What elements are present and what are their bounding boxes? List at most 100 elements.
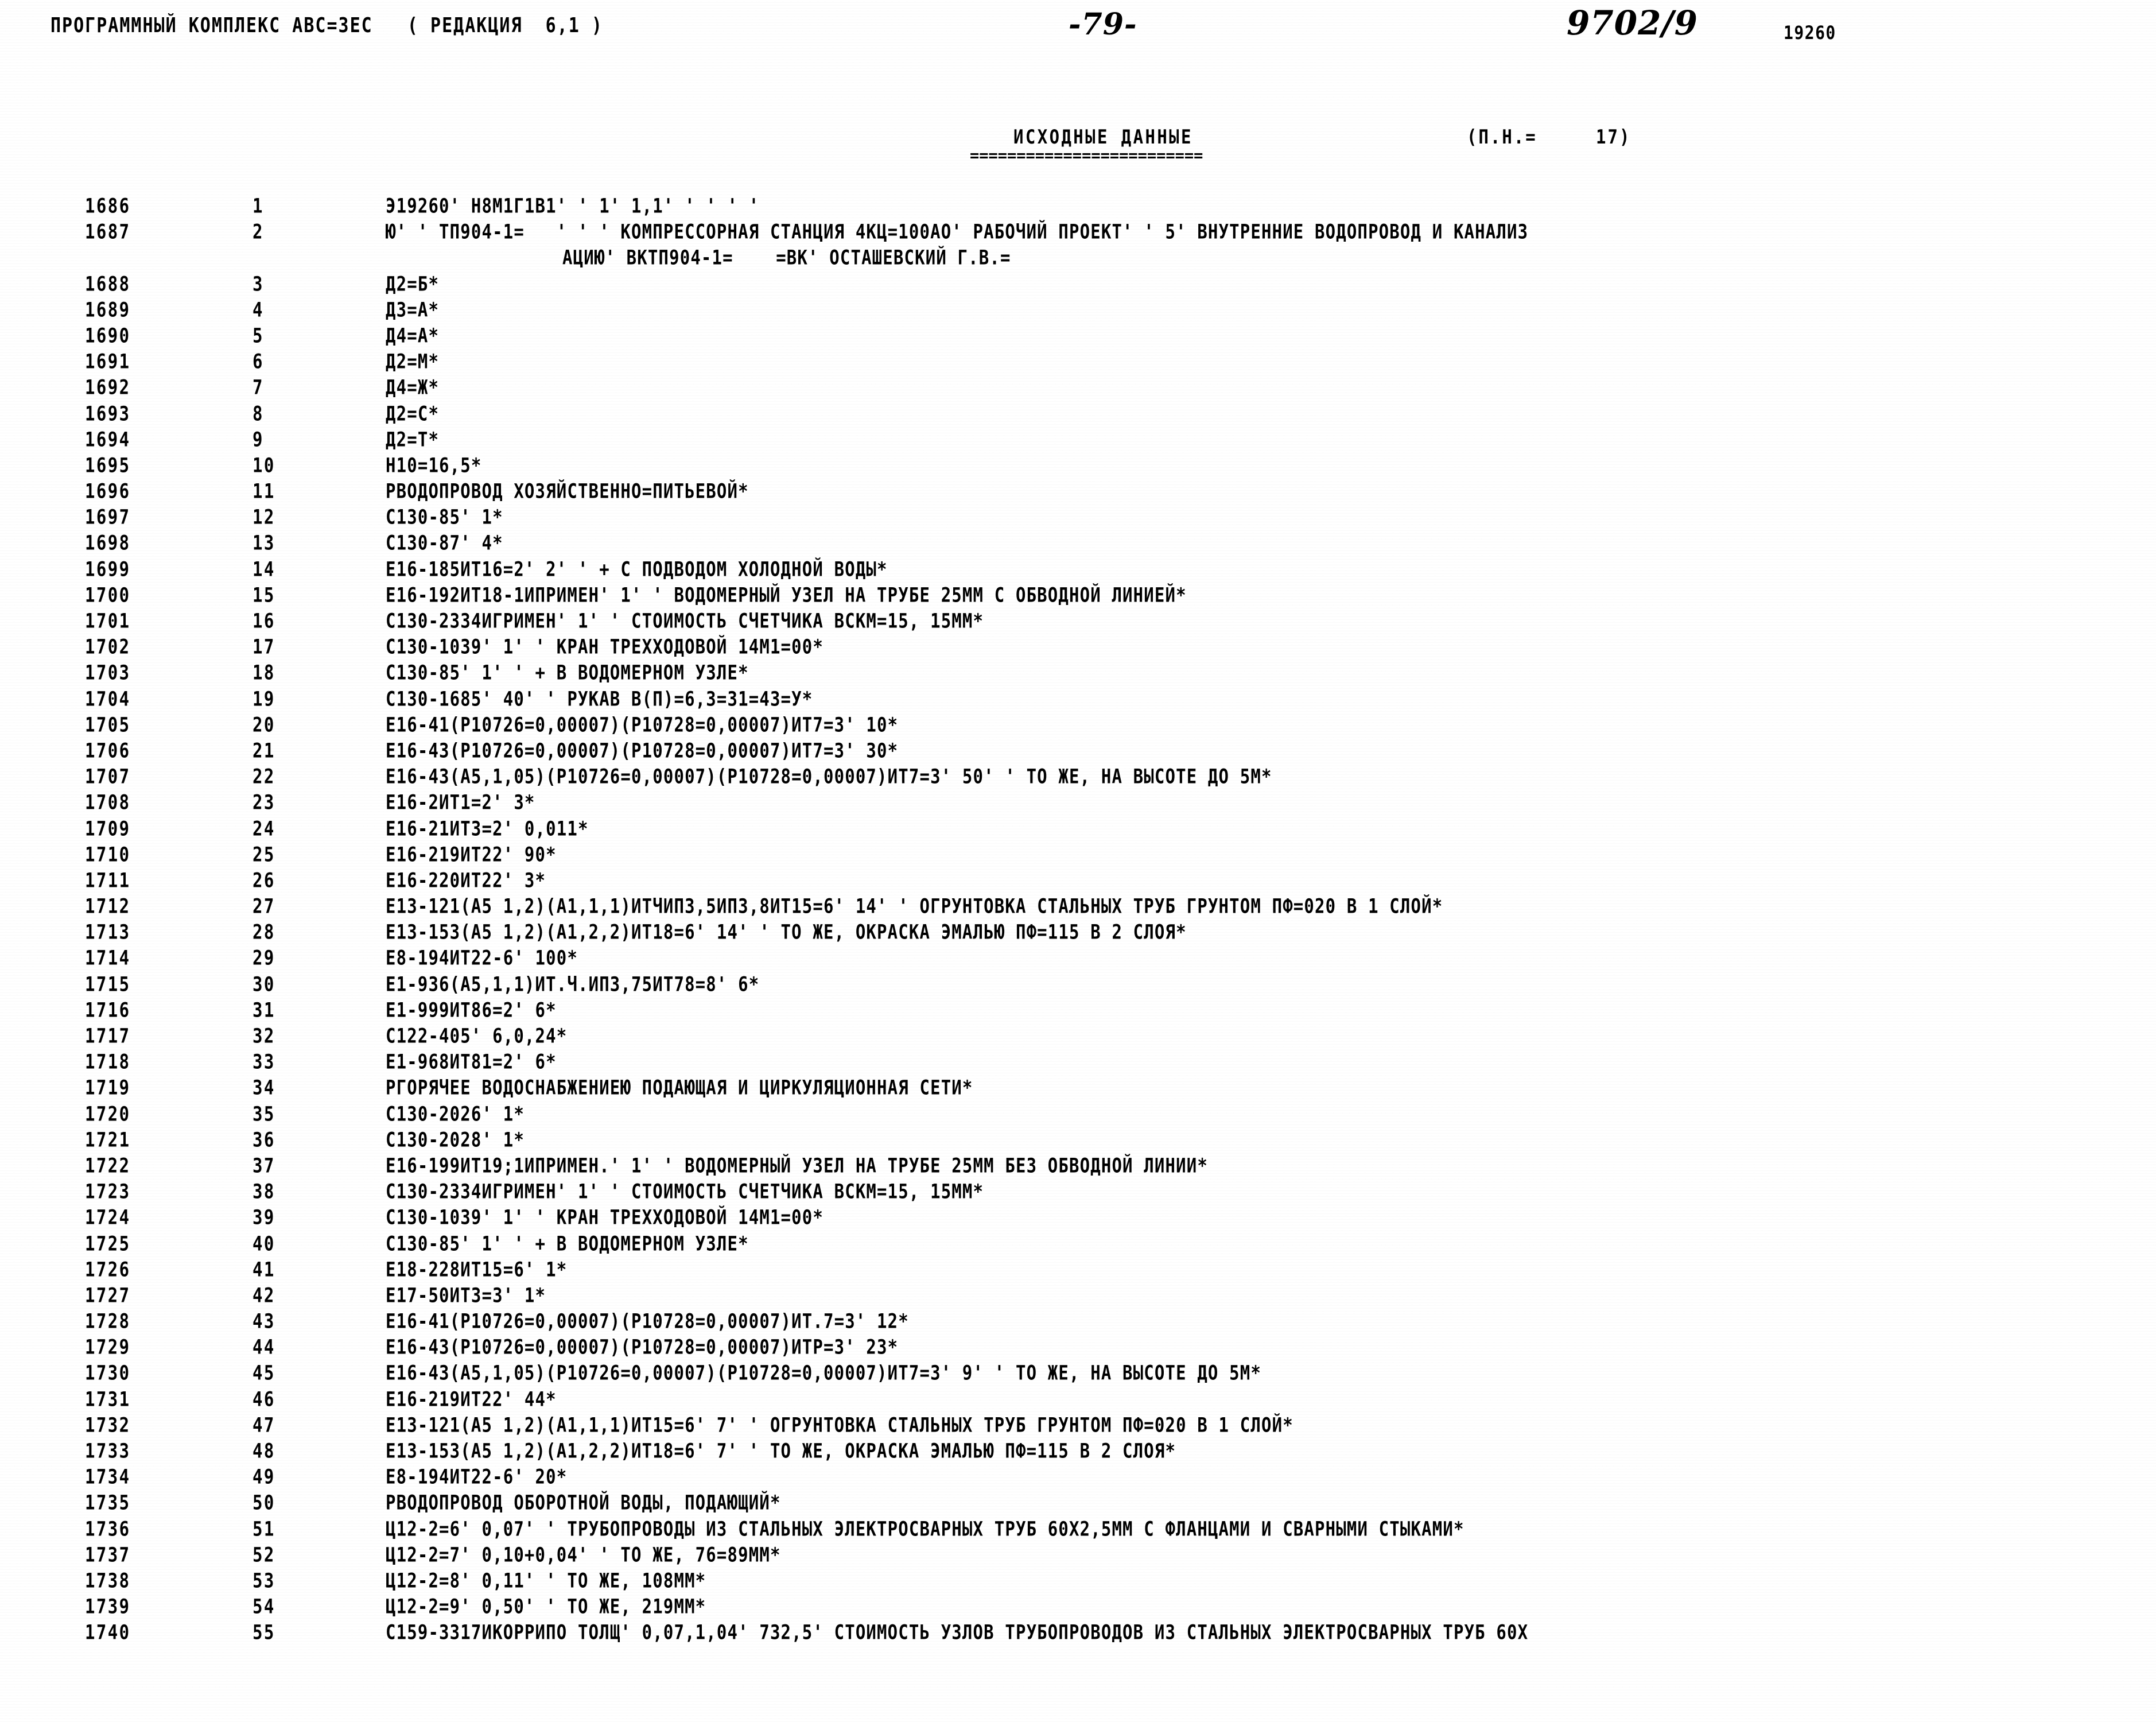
row-line-number: 18 [252,661,275,685]
row-line-number: 10 [252,453,275,477]
row-line-number: 14 [252,557,275,581]
row-text: Е16-220ИТ22' 3* [386,868,546,892]
row-line-number: 53 [252,1568,275,1592]
listing-row: 1730 45 Е16-43(А5,1,05)(Р10726=0,00007)(Р1… [0,1361,2156,1387]
row-line-number: 42 [252,1283,275,1307]
listing-row: 1706 21 Е16-43(Р10726=0,00007)(Р10728=0,00… [0,739,2156,765]
row-text: Ю' ' ТП904-1= ' ' ' КОМПРЕССОРНАЯ СТАНЦИ… [386,220,1529,243]
row-text: Д2=Т* [386,427,440,451]
program-title: ПРОГРАММНЫЙ КОМПЛЕКС АВС=ЗЕС ( РЕДАКЦИЯ … [50,14,603,38]
row-text: Е13-121(А5 1,2)(А1,1,1)ИТЧИП3,5ИП3,8ИТ15… [386,894,1443,918]
row-sequence-number: 1737 [85,1542,131,1566]
row-text: Э19260' Н8М1Г1В1' ' 1' 1,1' ' ' ' ' [386,194,760,218]
listing-row: 1721 36 С130-2028' 1* [0,1128,2156,1154]
row-sequence-number: 1734 [85,1465,131,1488]
row-line-number: 19 [252,687,275,711]
row-text: РВОДОПРОВОД ОБОРОТНОЙ ВОДЫ, ПОДАЮЩИЙ* [386,1491,781,1515]
row-sequence-number: 1712 [85,894,131,918]
row-text: РВОДОПРОВОД ХОЗЯЙСТВЕННО=ПИТЬЕВОЙ* [386,479,749,503]
row-sequence-number: 1732 [85,1413,131,1437]
row-text: Е16-219ИТ22' 90* [386,842,557,866]
row-line-number: 15 [252,583,275,607]
listing-row: 1714 29 Е8-194ИТ22-6' 100* [0,946,2156,972]
row-line-number: 43 [252,1309,275,1333]
listing-row: 1738 53 Ц12-2=8' 0,11' ' ТО ЖЕ, 108ММ* [0,1569,2156,1595]
row-sequence-number: 1714 [85,946,131,970]
row-line-number: 20 [252,712,275,736]
listing-row: 1723 38 С130-2334ИГРИМЕН' 1' ' СТОИМОСТЬ С… [0,1180,2156,1205]
row-sequence-number: 1695 [85,453,131,477]
listing-row: 1694 9 Д2=Т* [0,428,2156,453]
row-text: С130-2334ИГРИМЕН' 1' ' СТОИМОСТЬ СЧЕТЧИК… [386,1180,984,1203]
listing-row: АЦИЮ' ВКТП904-1= =ВК' ОСТАШЕВСКИЙ Г.В.= [0,246,2156,272]
row-text: С130-1685' 40' ' РУКАВ В(П)=6,3=31=43=У* [386,687,813,711]
row-text: Е1-999ИТ86=2' 6* [386,998,557,1022]
listing-row: 1711 26 Е16-220ИТ22' 3* [0,868,2156,894]
row-sequence-number: 1725 [85,1231,131,1255]
row-line-number: 52 [252,1542,275,1566]
listing-row: 1736 51 Ц12-2=6' 0,07' ' ТРУБОПРОВОДЫ ИЗ С… [0,1517,2156,1543]
row-text: С130-85' 1' ' + В ВОДОМЕРНОМ УЗЛЕ* [386,1231,749,1255]
row-sequence-number: 1701 [85,609,131,633]
row-text: Е16-43(Р10726=0,00007)(Р10728=0,00007)ИТ… [386,1335,899,1359]
row-text: Ц12-2=9' 0,50' ' ТО ЖЕ, 219ММ* [386,1595,706,1618]
listing-row: 1732 47 Е13-121(А5 1,2)(А1,1,1)ИТ15=6' 7' … [0,1413,2156,1439]
row-text: Е17-50ИТ3=3' 1* [386,1283,546,1307]
row-line-number: 45 [252,1361,275,1385]
listing-row: 1729 44 Е16-43(Р10726=0,00007)(Р10728=0,00… [0,1335,2156,1361]
row-text-continuation: АЦИЮ' ВКТП904-1= =ВК' ОСТАШЕВСКИЙ Г.В.= [562,246,1011,270]
row-sequence-number: 1720 [85,1102,131,1126]
row-line-number: 8 [252,401,264,425]
listing-row: 1726 41 Е18-228ИТ15=6' 1* [0,1258,2156,1283]
row-sequence-number: 1702 [85,635,131,658]
row-text: Е8-194ИТ22-6' 20* [386,1465,568,1488]
row-text: Е16-199ИТ19;1ИПРИМЕН.' 1' ' ВОДОМЕРНЫЙ У… [386,1153,1208,1177]
listing-row: 1720 35 С130-2026' 1* [0,1102,2156,1128]
row-sequence-number: 1738 [85,1568,131,1592]
listing-row: 1731 46 Е16-219ИТ22' 44* [0,1387,2156,1413]
document-page: ПРОГРАММНЫЙ КОМПЛЕКС АВС=ЗЕС ( РЕДАКЦИЯ … [0,0,2156,1722]
row-line-number: 55 [252,1620,275,1645]
row-sequence-number: 1687 [85,220,131,243]
listing-row: 1717 32 С122-405' 6,0,24* [0,1024,2156,1050]
row-line-number: 50 [252,1491,275,1515]
row-line-number: 27 [252,894,275,918]
listing-row: 1715 30 Е1-936(А5,1,1)ИТ.Ч.ИП3,75ИТ78=8' 6… [0,972,2156,998]
listing-row: 1740 55 С159-3317ИКОРРИПО ТОЛЩ' 0,07,1,04'… [0,1620,2156,1646]
row-text: С122-405' 6,0,24* [386,1024,568,1048]
page-header: ПРОГРАММНЫЙ КОМПЛЕКС АВС=ЗЕС ( РЕДАКЦИЯ … [0,0,2156,172]
row-sequence-number: 1703 [85,661,131,685]
listing-row: 1702 17 С130-1039' 1' ' КРАН ТРЕХХОДОВОЙ 1… [0,635,2156,661]
listing-row: 1728 43 Е16-41(Р10726=0,00007)(Р10728=0,00… [0,1309,2156,1335]
row-sequence-number: 1696 [85,479,131,503]
row-sequence-number: 1735 [85,1491,131,1515]
row-line-number: 44 [252,1335,275,1359]
row-line-number: 36 [252,1127,275,1151]
row-line-number: 51 [252,1517,275,1541]
listing-row: 1696 11 РВОДОПРОВОД ХОЗЯЙСТВЕННО=ПИТЬЕВОЙ* [0,479,2156,505]
row-line-number: 41 [252,1257,275,1281]
listing-row: 1692 7 Д4=Ж* [0,375,2156,401]
row-text: Д4=А* [386,323,440,347]
row-text: Д2=С* [386,401,440,425]
listing-row: 1698 13 С130-87' 4* [0,531,2156,557]
row-sequence-number: 1723 [85,1180,131,1203]
listing-row: 1719 34 РГОРЯЧЕЕ ВОДОСНАБЖЕНИЕЮ ПОДАЮЩАЯ И… [0,1076,2156,1102]
row-text: Ц12-2=8' 0,11' ' ТО ЖЕ, 108ММ* [386,1568,706,1592]
row-sequence-number: 1715 [85,972,131,996]
row-text: Е1-968ИТ81=2' 6* [386,1050,557,1073]
row-sequence-number: 1708 [85,790,131,815]
row-line-number: 48 [252,1439,275,1463]
row-line-number: 17 [252,635,275,658]
row-line-number: 13 [252,531,275,555]
row-text: С130-85' 1* [386,505,503,529]
row-sequence-number: 1728 [85,1309,131,1333]
row-line-number: 33 [252,1050,275,1073]
row-sequence-number: 1719 [85,1076,131,1100]
row-line-number: 28 [252,920,275,944]
row-line-number: 11 [252,479,275,503]
document-code: 9702/9 [1567,3,1698,42]
listing-row: 1713 28 Е13-153(А5 1,2)(А1,2,2)ИТ18=6' 14'… [0,920,2156,946]
row-sequence-number: 1730 [85,1361,131,1385]
listing-row: 1704 19 С130-1685' 40' ' РУКАВ В(П)=6,3=31… [0,687,2156,713]
